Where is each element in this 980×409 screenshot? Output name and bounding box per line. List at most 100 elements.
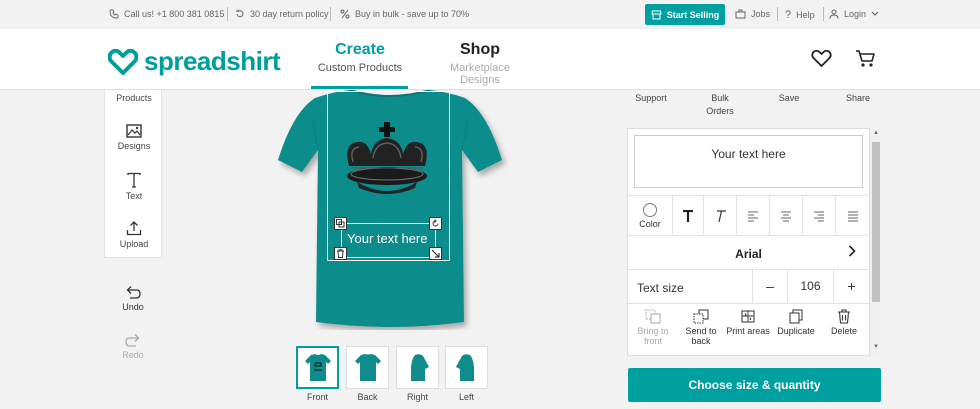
tab-create-title: Create xyxy=(335,41,385,58)
delete-button[interactable]: Delete xyxy=(819,309,869,336)
justify-icon xyxy=(847,211,858,221)
text-size-label: Text size xyxy=(637,281,684,295)
canvas-text[interactable]: Your text here xyxy=(347,231,427,246)
trash-icon xyxy=(838,309,850,324)
panel-scrollbar[interactable]: ▲ ▼ xyxy=(869,128,881,356)
size-decrease-button[interactable]: – xyxy=(752,270,788,303)
tool-text-label: Text xyxy=(125,191,143,201)
phone-info[interactable]: Call us! +1 800 381 0815 xyxy=(109,9,224,19)
scroll-up-icon[interactable]: ▲ xyxy=(870,130,882,136)
tool-designs-label: Designs xyxy=(117,141,151,151)
duplicate-label: Duplicate xyxy=(777,326,815,336)
send-to-back-button[interactable]: Send to back xyxy=(676,309,726,346)
tab-create-subtitle: Custom Products xyxy=(317,62,403,74)
view-left-thumb[interactable] xyxy=(445,346,488,389)
layer-icon[interactable] xyxy=(334,217,347,230)
size-increase-button[interactable]: + xyxy=(834,270,869,303)
redo-button[interactable]: Redo xyxy=(104,333,162,360)
image-icon xyxy=(126,124,142,138)
main-header: spreadshirt Create Custom Products Shop … xyxy=(0,29,980,90)
scroll-thumb[interactable] xyxy=(872,142,880,302)
duplicate-icon xyxy=(789,309,803,324)
italic-button[interactable] xyxy=(704,196,737,236)
user-icon xyxy=(829,9,839,19)
resize-icon[interactable] xyxy=(429,247,442,260)
bold-button[interactable] xyxy=(673,196,704,236)
divider xyxy=(330,7,331,21)
view-front-thumb[interactable] xyxy=(296,346,339,389)
choose-size-quantity-button[interactable]: Choose size & quantity xyxy=(628,368,881,402)
upload-icon xyxy=(126,221,142,236)
bring-front-icon xyxy=(645,309,661,324)
design-tools-panel: Products Designs Text Upload xyxy=(104,90,162,258)
view-back-label: Back xyxy=(357,392,378,402)
tab-shop[interactable]: Shop Marketplace Designs xyxy=(430,41,530,86)
phone-icon xyxy=(109,9,119,19)
scroll-down-icon[interactable]: ▼ xyxy=(870,344,882,350)
trash-icon[interactable] xyxy=(334,247,347,260)
bulk-orders-button[interactable]: Bulk Orders xyxy=(695,92,745,118)
cart-icon[interactable] xyxy=(855,49,876,68)
start-selling-button[interactable]: Start Selling xyxy=(645,4,725,25)
heart-icon[interactable] xyxy=(811,49,832,68)
bulk-text: Buy in bulk - save up to 70% xyxy=(355,9,470,19)
undo-label: Undo xyxy=(122,302,144,312)
divider xyxy=(823,7,824,21)
divider xyxy=(777,7,778,21)
jobs-label: Jobs xyxy=(751,9,771,19)
text-icon xyxy=(127,172,141,188)
tab-create[interactable]: Create Custom Products xyxy=(312,41,408,74)
view-left-label: Left xyxy=(458,392,474,402)
shirt-right-icon xyxy=(410,353,429,381)
share-button[interactable]: Share xyxy=(838,92,878,105)
rotate-icon[interactable] xyxy=(429,217,442,230)
help-link[interactable]: ? Help xyxy=(785,9,815,21)
divider xyxy=(227,7,228,21)
briefcase-icon xyxy=(735,9,746,19)
print-areas-button[interactable]: Print areas xyxy=(723,309,773,336)
support-button[interactable]: Support xyxy=(625,92,677,105)
size-value-input[interactable]: 106 xyxy=(788,270,834,303)
bulk-info[interactable]: Buy in bulk - save up to 70% xyxy=(340,9,469,19)
undo-icon xyxy=(126,286,141,299)
font-name: Arial xyxy=(735,247,762,261)
tab-shop-subtitle: Marketplace Designs xyxy=(450,62,510,86)
percent-icon xyxy=(340,9,350,19)
bring-to-front-label: Bring to front xyxy=(637,326,669,346)
align-left-icon xyxy=(748,211,758,221)
jobs-link[interactable]: Jobs xyxy=(735,9,770,19)
return-text: 30 day return policy xyxy=(250,9,329,19)
return-policy[interactable]: 30 day return policy xyxy=(235,9,329,19)
duplicate-button[interactable]: Duplicate xyxy=(771,309,821,336)
align-center-icon xyxy=(781,211,791,221)
font-selector[interactable]: Arial xyxy=(628,236,869,270)
color-picker[interactable]: Color xyxy=(628,196,673,236)
tool-upload[interactable]: Upload xyxy=(105,220,163,249)
login-link[interactable]: Login xyxy=(829,9,879,19)
tool-designs[interactable]: Designs xyxy=(105,124,163,151)
chevron-down-icon xyxy=(871,11,879,16)
align-center-button[interactable] xyxy=(770,196,803,236)
tool-products-label: Products xyxy=(116,93,152,103)
phone-text: Call us! +1 800 381 0815 xyxy=(124,9,225,19)
save-button[interactable]: Save xyxy=(769,92,809,105)
send-to-back-label: Send to back xyxy=(685,326,717,346)
view-back-thumb[interactable] xyxy=(346,346,389,389)
print-areas-label: Print areas xyxy=(726,326,770,336)
text-size-control: Text size – 106 + xyxy=(628,270,869,304)
tool-text[interactable]: Text xyxy=(105,172,163,201)
send-back-icon xyxy=(693,309,709,324)
text-input[interactable]: Your text here xyxy=(634,135,863,188)
view-right-label: Right xyxy=(406,392,428,402)
undo-button[interactable]: Undo xyxy=(104,285,162,312)
question-icon: ? xyxy=(785,9,792,21)
align-left-button[interactable] xyxy=(737,196,770,236)
redo-icon xyxy=(125,334,140,347)
tool-products[interactable]: Products xyxy=(105,93,163,103)
bring-to-front-button[interactable]: Bring to front xyxy=(628,309,678,346)
spreadshirt-logo[interactable]: spreadshirt xyxy=(108,46,281,77)
view-right-thumb[interactable] xyxy=(396,346,439,389)
align-right-button[interactable] xyxy=(803,196,836,236)
tab-shop-title: Shop xyxy=(460,41,500,58)
justify-button[interactable] xyxy=(836,196,869,236)
